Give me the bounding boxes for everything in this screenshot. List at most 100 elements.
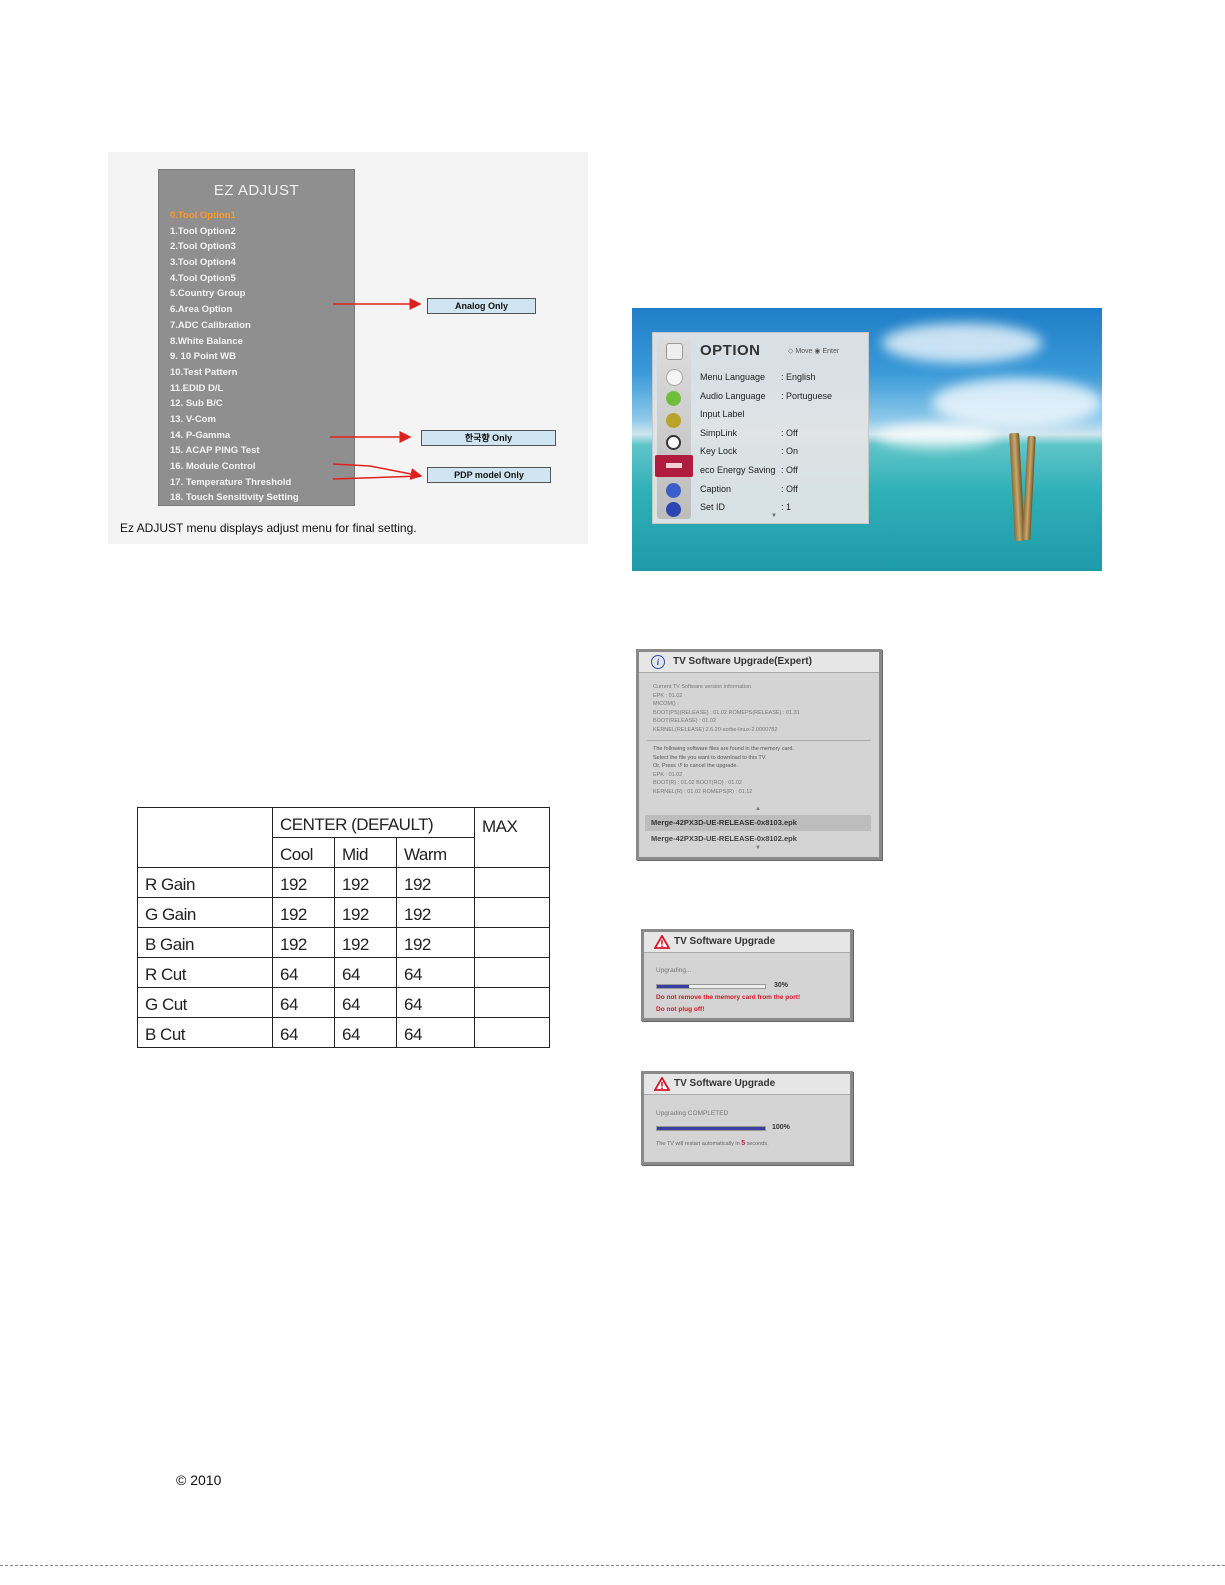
option-value: : Off <box>781 427 798 438</box>
option-row[interactable]: Key Lock : On <box>697 442 865 461</box>
scroll-up-icon[interactable]: ▲ <box>755 806 761 812</box>
option-label: Menu Language <box>700 372 766 382</box>
restart-suffix: seconds. <box>745 1141 769 1147</box>
table-corner-cell <box>137 807 273 868</box>
option-label: Key Lock <box>700 446 738 457</box>
option-value: : English <box>781 372 816 382</box>
row-label: R Cut <box>137 957 273 988</box>
mid-cell: 192 <box>334 867 397 898</box>
option-row[interactable]: Input Label <box>697 405 865 424</box>
progress-percent: 30% <box>774 982 789 989</box>
cool-cell: 64 <box>272 1017 335 1048</box>
version-line: BOOT(PS)(RELEASE) : 01.02 ROMEPS(RELEASE… <box>653 709 800 716</box>
row-label: B Cut <box>137 1017 273 1048</box>
footer-divider <box>0 1565 1225 1566</box>
cool-cell: 192 <box>272 867 335 898</box>
version-line: Current TV Software version information <box>653 684 752 690</box>
max-cell <box>474 897 550 928</box>
option-menu-screenshot: OPTION ◇ Move ◉ Enter Menu Language: Eng… <box>632 308 1102 571</box>
upgrade-expert-title: TV Software Upgrade(Expert) <box>673 656 812 667</box>
option-label: Set ID <box>700 502 726 513</box>
version-line: KERNEL(RELEASE) 2.6.20-sorbe-linux-2.000… <box>653 726 778 733</box>
ez-adjust-figure: EZ ADJUST 0.Tool Option1 1.Tool Option2 … <box>108 152 588 544</box>
option-value: : On <box>781 446 799 457</box>
ez-adjust-caption: Ez ADJUST menu displays adjust menu for … <box>120 521 417 535</box>
option-icon-selected[interactable] <box>655 455 693 477</box>
warning-icon <box>654 935 670 949</box>
option-row[interactable]: SimpLink : Off <box>697 424 865 443</box>
input-icon[interactable] <box>666 343 683 360</box>
row-label: R Gain <box>137 867 273 898</box>
white-balance-table: CENTER (DEFAULT) MAX Cool Mid Warm R Gai… <box>137 807 550 1048</box>
warm-cell: 192 <box>396 897 475 928</box>
divider <box>647 740 871 741</box>
version-line: BOOT(RELEASE) : 01.02 <box>653 718 716 724</box>
lock-icon[interactable] <box>666 483 681 498</box>
option-label: SimpLink <box>700 427 738 438</box>
option-label: Input Label <box>700 409 745 420</box>
warm-cell: 192 <box>396 867 475 898</box>
clock-icon[interactable] <box>666 435 681 450</box>
option-row[interactable]: Set ID: 1 <box>697 498 865 517</box>
cool-cell: 64 <box>272 957 335 988</box>
warning-message: Do not remove the memory card from the p… <box>656 994 801 1001</box>
upgrade-complete-header: TV Software Upgrade <box>644 1074 850 1095</box>
option-row[interactable]: Audio Language: Portuguese <box>697 387 865 406</box>
file-item-selected[interactable]: Merge-42PX3D-UE-RELEASE-0x8103.epk <box>645 815 871 831</box>
upgrade-progress-dialog: TV Software Upgrade Upgrading... 30% Do … <box>641 929 853 1021</box>
max-cell <box>474 927 550 958</box>
center-default-header: CENTER (DEFAULT) <box>272 807 475 838</box>
mid-cell: 64 <box>334 987 397 1018</box>
cloud-shape <box>877 423 997 448</box>
audio-icon[interactable] <box>666 413 681 428</box>
table-row: R Cut 64 64 64 <box>137 957 550 988</box>
row-label: G Cut <box>137 987 273 1018</box>
notice-line: Select the file you want to download to … <box>653 754 767 761</box>
warm-cell: 64 <box>396 957 475 988</box>
warm-cell: 64 <box>396 1017 475 1048</box>
upgrade-expert-header: i TV Software Upgrade(Expert) <box>639 652 879 673</box>
option-row[interactable]: Menu Language : English <box>697 368 865 387</box>
version-line: EPK : 01.02 <box>653 692 683 699</box>
table-row: G Cut 64 64 64 <box>137 987 550 1018</box>
option-value: : Portuguese <box>781 390 833 401</box>
notice-line: KERNEL(R) : 01.02 ROMEPS(R) : 01.12 <box>653 788 753 795</box>
cloud-shape <box>932 378 1102 428</box>
notice-line: EPK : 01.02 <box>653 771 683 778</box>
callout-pdp-only: PDP model Only <box>427 467 551 483</box>
cool-cell: 192 <box>272 927 335 958</box>
arrow-pdp-1 <box>332 463 423 480</box>
callout-analog-only: Analog Only <box>427 298 536 314</box>
row-label: B Gain <box>137 927 273 958</box>
progress-bar <box>656 1126 766 1131</box>
notice-line: Or, Press ↺ to cancel the upgrade. <box>653 763 739 769</box>
version-info: Current TV Software version information … <box>653 683 800 734</box>
option-row[interactable]: Caption : Off <box>697 480 865 499</box>
table-row: R Gain 192 192 192 <box>137 867 550 898</box>
setup-icon[interactable] <box>666 369 683 386</box>
scroll-down-icon[interactable]: ▼ <box>771 513 777 519</box>
option-nav-hint: ◇ Move ◉ Enter <box>788 348 840 355</box>
table-row: B Cut 64 64 64 <box>137 1017 550 1048</box>
upgrade-complete-dialog: TV Software Upgrade Upgrading COMPLETED … <box>641 1071 853 1165</box>
arrow-pdp-2 <box>332 475 422 480</box>
max-cell <box>474 987 550 1018</box>
upgrade-complete-title: TV Software Upgrade <box>674 1078 776 1089</box>
progress-bar-fill <box>657 1127 765 1130</box>
option-value: : Off <box>781 483 798 494</box>
picture-icon[interactable] <box>666 391 681 406</box>
mid-cell: 192 <box>334 897 397 928</box>
option-value: : Off <box>781 464 798 475</box>
warm-cell: 192 <box>396 927 475 958</box>
usb-icon[interactable] <box>666 502 681 517</box>
option-label: eco Energy Saving <box>700 464 776 475</box>
table-row: B Gain 192 192 192 <box>137 927 550 958</box>
warning-icon <box>654 1077 670 1091</box>
upgrade-expert-dialog: i TV Software Upgrade(Expert) Current TV… <box>636 649 882 860</box>
wooden-post <box>1022 435 1036 541</box>
option-row[interactable]: eco Energy Saving : Off <box>697 461 865 480</box>
progress-bar <box>656 984 766 989</box>
scroll-down-icon[interactable]: ▼ <box>755 845 761 851</box>
option-label: Caption <box>700 483 732 494</box>
max-cell <box>474 957 550 988</box>
